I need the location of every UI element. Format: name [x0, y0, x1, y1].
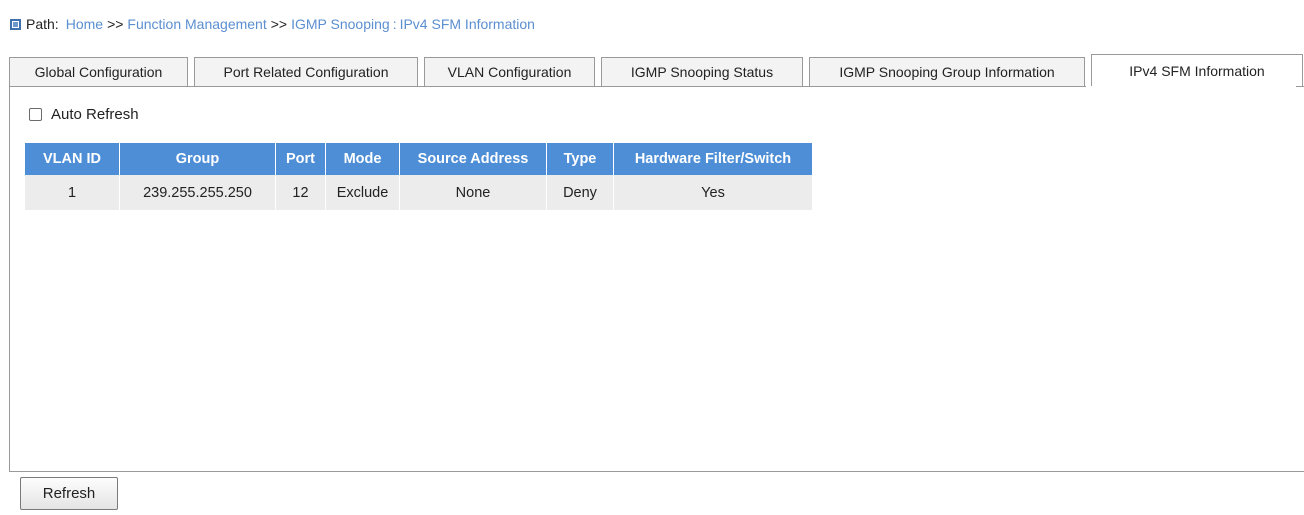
column-header-group: Group	[119, 143, 276, 175]
sfm-information-table: VLAN ID Group Port Mode Source Address T…	[25, 143, 812, 210]
column-header-hardware-filter-switch: Hardware Filter/Switch	[613, 143, 812, 175]
auto-refresh-checkbox[interactable]	[29, 108, 42, 121]
tab-port-related-configuration[interactable]: Port Related Configuration	[194, 57, 418, 86]
breadcrumb-home[interactable]: Home	[66, 16, 103, 32]
column-header-source-address: Source Address	[399, 143, 547, 175]
square-bullet-icon	[10, 18, 21, 30]
tab-igmp-snooping-status[interactable]: IGMP Snooping Status	[601, 57, 803, 86]
table-header-row: VLAN ID Group Port Mode Source Address T…	[25, 143, 812, 175]
column-header-port: Port	[275, 143, 326, 175]
tab-igmp-snooping-group-information[interactable]: IGMP Snooping Group Information	[809, 57, 1085, 86]
auto-refresh-control[interactable]: Auto Refresh	[29, 106, 139, 123]
tab-global-configuration[interactable]: Global Configuration	[9, 57, 188, 86]
breadcrumb-colon: :	[392, 16, 397, 32]
table-row: 1 239.255.255.250 12 Exclude None Deny Y…	[25, 175, 812, 210]
cell-mode: Exclude	[325, 175, 400, 210]
breadcrumb-igmp-snooping[interactable]: IGMP Snooping	[291, 16, 390, 32]
path-label: Path:	[26, 16, 59, 32]
active-tab-connector	[1086, 86, 1296, 88]
breadcrumb: Path: Home >> Function Management >> IGM…	[10, 14, 535, 34]
cell-source-address: None	[399, 175, 547, 210]
breadcrumb-separator: >>	[107, 16, 124, 32]
column-header-vlan-id: VLAN ID	[25, 143, 120, 175]
tab-ipv4-sfm-information[interactable]: IPv4 SFM Information	[1091, 54, 1303, 86]
breadcrumb-separator: >>	[270, 16, 288, 32]
column-header-type: Type	[546, 143, 614, 175]
breadcrumb-current-page: IPv4 SFM Information	[399, 16, 535, 32]
column-header-mode: Mode	[325, 143, 400, 175]
cell-vlan-id: 1	[25, 175, 120, 210]
auto-refresh-label: Auto Refresh	[51, 106, 139, 123]
tab-vlan-configuration[interactable]: VLAN Configuration	[424, 57, 595, 86]
cell-hardware-filter-switch: Yes	[613, 175, 812, 210]
cell-group: 239.255.255.250	[119, 175, 276, 210]
cell-port: 12	[275, 175, 326, 210]
breadcrumb-function-management[interactable]: Function Management	[127, 16, 266, 32]
refresh-button[interactable]: Refresh	[20, 477, 118, 510]
tab-bar: Global Configuration Port Related Config…	[9, 54, 1304, 86]
cell-type: Deny	[546, 175, 614, 210]
